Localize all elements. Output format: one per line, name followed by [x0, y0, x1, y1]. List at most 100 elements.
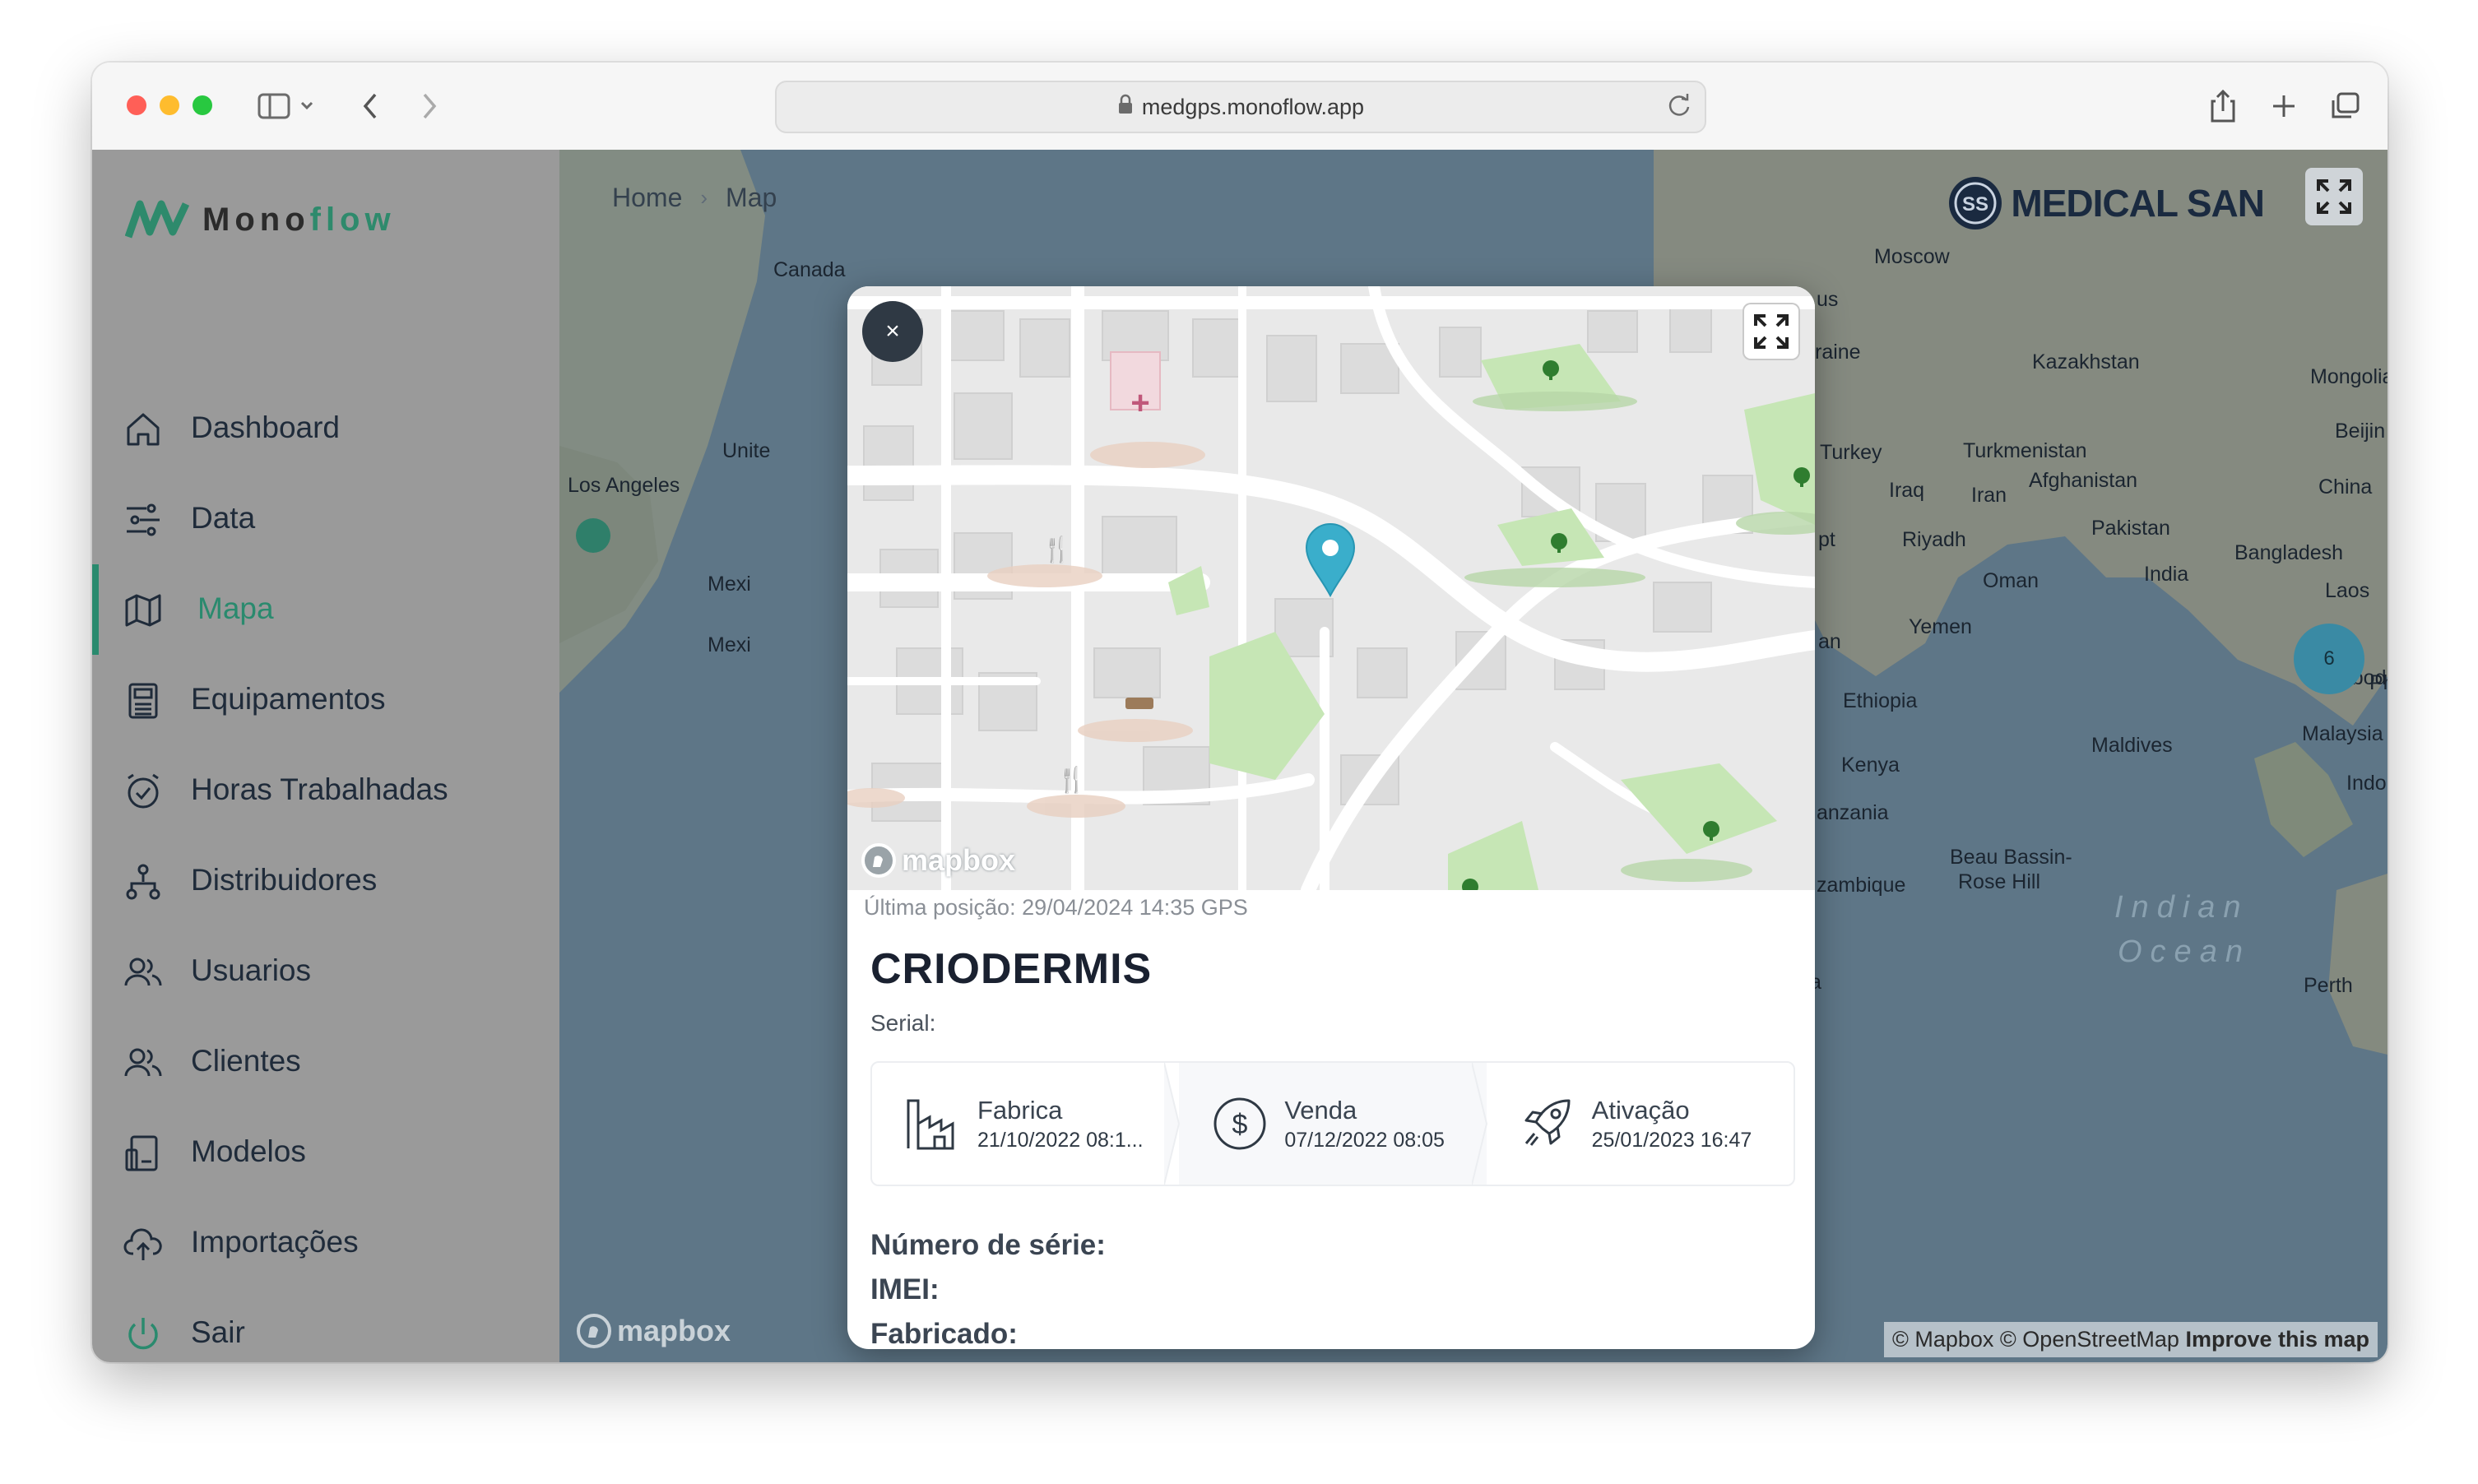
close-modal-button[interactable]: ×	[862, 301, 923, 362]
dollar-icon: $	[1213, 1097, 1266, 1150]
map-label: Malaysia	[2302, 722, 2383, 745]
sidebar-item-importacoes[interactable]: Importações	[92, 1209, 559, 1275]
timeline-date: 21/10/2022 08:1...	[977, 1128, 1144, 1152]
sidebar-item-label: Modelos	[191, 1134, 306, 1168]
users-icon	[124, 1048, 162, 1077]
timeline-step-fabrica: Fabrica 21/10/2022 08:1...	[872, 1063, 1181, 1185]
timeline-date: 25/01/2023 16:47	[1591, 1128, 1752, 1152]
breadcrumb-home[interactable]: Home	[612, 183, 682, 213]
map-label: Turkey	[1820, 441, 1882, 464]
map-attribution: © Mapbox © OpenStreetMap Improve this ma…	[1883, 1322, 2378, 1357]
sidebar-item-label: Usuarios	[191, 953, 311, 987]
sidebar-item-dashboard[interactable]: Dashboard	[92, 395, 559, 461]
timeline-chevron	[1471, 1063, 1487, 1185]
manufactured-label: Fabricado:	[870, 1318, 1018, 1349]
map-label: Laos	[2325, 579, 2370, 602]
sidebar-item-clientes[interactable]: Clientes	[92, 1028, 559, 1094]
sidebar-toggle-icon[interactable]	[253, 87, 327, 125]
marker-dot[interactable]	[576, 518, 610, 553]
map-label: Pakistan	[2091, 517, 2170, 540]
location-pin-icon[interactable]	[1303, 523, 1357, 598]
map-label: raine	[1815, 341, 1861, 364]
sidebar-item-label: Horas Trabalhadas	[191, 772, 448, 806]
users-icon	[124, 958, 162, 986]
map-label: India	[2144, 563, 2189, 586]
expand-icon	[1754, 314, 1789, 349]
map-label: Los Angeles	[568, 474, 680, 497]
attribution-text[interactable]: © Mapbox © OpenStreetMap	[1892, 1327, 2179, 1352]
sliders-icon	[127, 503, 160, 536]
map-label: Afghanistan	[2029, 469, 2138, 492]
fullscreen-button[interactable]	[2305, 168, 2363, 225]
timeline-date: 07/12/2022 08:05	[1284, 1128, 1445, 1152]
lifecycle-timeline: Fabrica 21/10/2022 08:1... $ Venda 07/12…	[870, 1061, 1795, 1186]
maximize-window-button[interactable]	[193, 95, 212, 115]
svg-text:SS: SS	[1962, 193, 1988, 216]
map-label: Maldives	[2091, 734, 2173, 757]
alarm-clock-icon	[128, 773, 159, 809]
sidebar-item-label: Mapa	[197, 591, 274, 625]
mapbox-logo-icon	[861, 843, 896, 878]
lock-icon	[1117, 94, 1134, 121]
map-label: Ph	[2369, 671, 2388, 694]
sidebar-item-label: Data	[191, 501, 256, 535]
mapbox-logo: mapbox	[576, 1313, 731, 1349]
sidebar-item-label: Dashboard	[191, 410, 341, 444]
breadcrumb-separator-icon: ›	[700, 185, 708, 210]
power-icon	[128, 1318, 158, 1350]
imei-label: IMEI:	[870, 1273, 940, 1305]
breadcrumb: Home › Map	[612, 183, 777, 213]
sidebar-item-data[interactable]: Data	[92, 485, 559, 551]
back-icon[interactable]	[354, 87, 387, 125]
sidebar-item-sair[interactable]: Sair	[92, 1300, 559, 1362]
sidebar-item-equipamentos[interactable]: Equipamentos	[92, 666, 559, 732]
device-modal: + 🍴 🍴 × mapbox Última posição: 29/04/202…	[847, 286, 1815, 1349]
home-icon	[127, 413, 160, 446]
sidebar-item-horas-trabalhadas[interactable]: Horas Trabalhadas	[92, 757, 559, 823]
device-location-map[interactable]: + 🍴 🍴 × mapbox	[847, 286, 1815, 890]
rocket-icon	[1524, 1099, 1571, 1146]
map-icon	[125, 594, 161, 627]
sidebar-item-modelos[interactable]: Modelos	[92, 1119, 559, 1185]
cluster-marker[interactable]: 6	[2294, 624, 2364, 694]
forward-icon[interactable]	[413, 87, 446, 125]
map-label: Rose Hill	[1958, 870, 2041, 893]
map-label: Turkmenistan	[1963, 439, 2087, 462]
map-label: Mexi	[708, 633, 751, 656]
map-label: Iraq	[1889, 479, 1925, 502]
map-label: Kazakhstan	[2032, 350, 2140, 373]
sidebar-item-label: Sair	[191, 1315, 245, 1349]
brand-logo[interactable]: Monoflow	[125, 199, 396, 240]
url-text: medgps.monoflow.app	[1141, 94, 1365, 119]
map-label: Beau Bassin-	[1950, 846, 2072, 869]
svg-text:+: +	[1130, 385, 1149, 421]
map-label: Beijin	[2335, 420, 2386, 443]
tab-overview-icon[interactable]	[2327, 87, 2363, 125]
browser-window: medgps.monoflow.app Monoflow Dashboard D…	[92, 63, 2388, 1362]
minimize-window-button[interactable]	[160, 95, 179, 115]
new-tab-icon[interactable]	[2267, 87, 2300, 125]
ocean-label: Indian	[2114, 890, 2249, 925]
svg-text:$: $	[1232, 1109, 1248, 1140]
map-label: Mongolia	[2310, 365, 2388, 388]
reload-icon[interactable]	[1665, 90, 1693, 124]
map-label: Riyadh	[1902, 528, 1966, 551]
cloud-upload-icon	[123, 1228, 162, 1260]
timeline-title: Ativação	[1591, 1095, 1690, 1125]
map-fullscreen-button[interactable]	[1744, 304, 1798, 359]
medical-san-wordmark: MEDICAL SAN	[2011, 182, 2265, 225]
map-label: Bangladesh	[2234, 541, 2344, 564]
last-position-text: Última posição: 29/04/2024 14:35 GPS	[864, 895, 1248, 920]
close-window-button[interactable]	[127, 95, 146, 115]
address-bar[interactable]: medgps.monoflow.app	[775, 81, 1706, 133]
sidebar-item-distribuidores[interactable]: Distribuidores	[92, 847, 559, 913]
sidebar-item-mapa[interactable]: Mapa	[92, 576, 559, 642]
improve-map-link[interactable]: Improve this map	[2185, 1327, 2369, 1352]
map-label: Indone	[2346, 772, 2388, 795]
mapbox-logo: mapbox	[861, 842, 1015, 879]
map-label: Canada	[773, 258, 846, 281]
medical-san-emblem-icon: SS	[1949, 177, 2002, 230]
timeline-title: Fabrica	[977, 1095, 1063, 1125]
sidebar-item-usuarios[interactable]: Usuarios	[92, 938, 559, 1004]
share-icon[interactable]	[2207, 87, 2239, 125]
